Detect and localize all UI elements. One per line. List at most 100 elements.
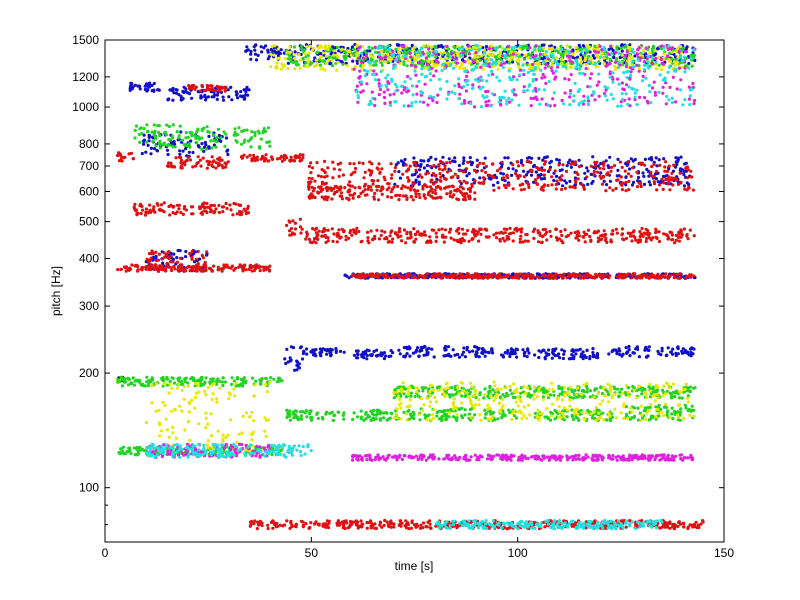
data-point [348,180,352,184]
data-point [481,351,485,356]
data-point [435,414,439,418]
data-point [554,227,558,231]
data-point [249,57,253,61]
data-point [178,152,182,156]
data-point [447,185,451,189]
data-point [156,88,160,92]
data-point [600,182,605,186]
data-point [138,87,142,91]
data-point [333,184,337,189]
data-point [255,158,259,162]
data-point [198,257,202,261]
data-point [285,415,289,420]
data-point [374,274,378,278]
data-point [487,235,491,239]
data-point [429,180,433,184]
data-point [515,276,519,280]
data-point [130,263,134,267]
data-point [175,260,179,264]
data-point [670,171,674,175]
data-point [147,133,151,137]
data-point [321,229,326,234]
data-point [687,182,691,187]
data-point [199,96,203,100]
data-point [202,89,206,93]
data-point [331,160,335,164]
data-point [450,273,454,277]
data-point [533,389,537,393]
data-point [383,230,387,234]
data-point [326,195,330,199]
data-point [305,415,309,419]
data-point [165,123,169,127]
data-point [168,379,172,384]
data-point [409,412,413,416]
data-point [617,272,621,276]
data-point [330,197,334,201]
data-point [476,230,480,234]
data-point [616,157,620,161]
data-point [335,521,339,525]
data-point [514,273,518,277]
data-point [160,378,164,382]
data-point [690,404,694,408]
data-point [471,227,475,232]
data-point [362,184,367,188]
data-point [372,197,376,201]
data-point [351,59,355,63]
data-point [464,276,468,280]
data-point [422,193,426,197]
data-point [307,526,311,530]
data-point [278,51,282,56]
data-point [554,236,559,240]
data-point [203,262,207,266]
data-point [561,184,565,188]
data-point [188,269,192,273]
data-point [649,170,653,174]
data-point [366,230,370,234]
data-point [601,175,606,179]
data-point [677,239,682,243]
data-point [221,95,225,99]
data-point [663,165,667,169]
data-point [642,174,646,178]
data-point [457,231,461,235]
data-point [124,380,128,384]
data-point [432,164,436,168]
data-point [352,162,356,166]
data-point [598,174,602,178]
data-point [506,348,510,353]
data-point [555,179,559,183]
data-point [502,176,506,180]
data-point [406,168,410,172]
data-point [608,418,613,423]
data-point [190,134,194,138]
data-point [199,376,203,380]
data-point [511,187,515,191]
data-point [659,276,663,280]
data-point [657,239,662,244]
data-point [307,185,311,189]
data-point [420,175,424,179]
data-point [384,411,388,415]
data-point [369,229,373,233]
data-point [387,523,391,527]
data-point [354,349,359,353]
data-point [159,203,163,207]
data-point [648,405,652,409]
data-point [358,273,362,277]
data-point [343,186,347,190]
data-point [494,274,498,278]
data-point [496,181,500,185]
data-point [134,124,139,128]
data-point [644,239,648,244]
data-point [223,165,228,169]
data-point [166,164,170,168]
data-point [207,162,211,166]
data-point [672,409,677,413]
data-point [605,389,609,393]
data-point [377,237,381,241]
data-point [455,276,459,280]
data-point [295,363,299,367]
data-point [478,227,482,231]
